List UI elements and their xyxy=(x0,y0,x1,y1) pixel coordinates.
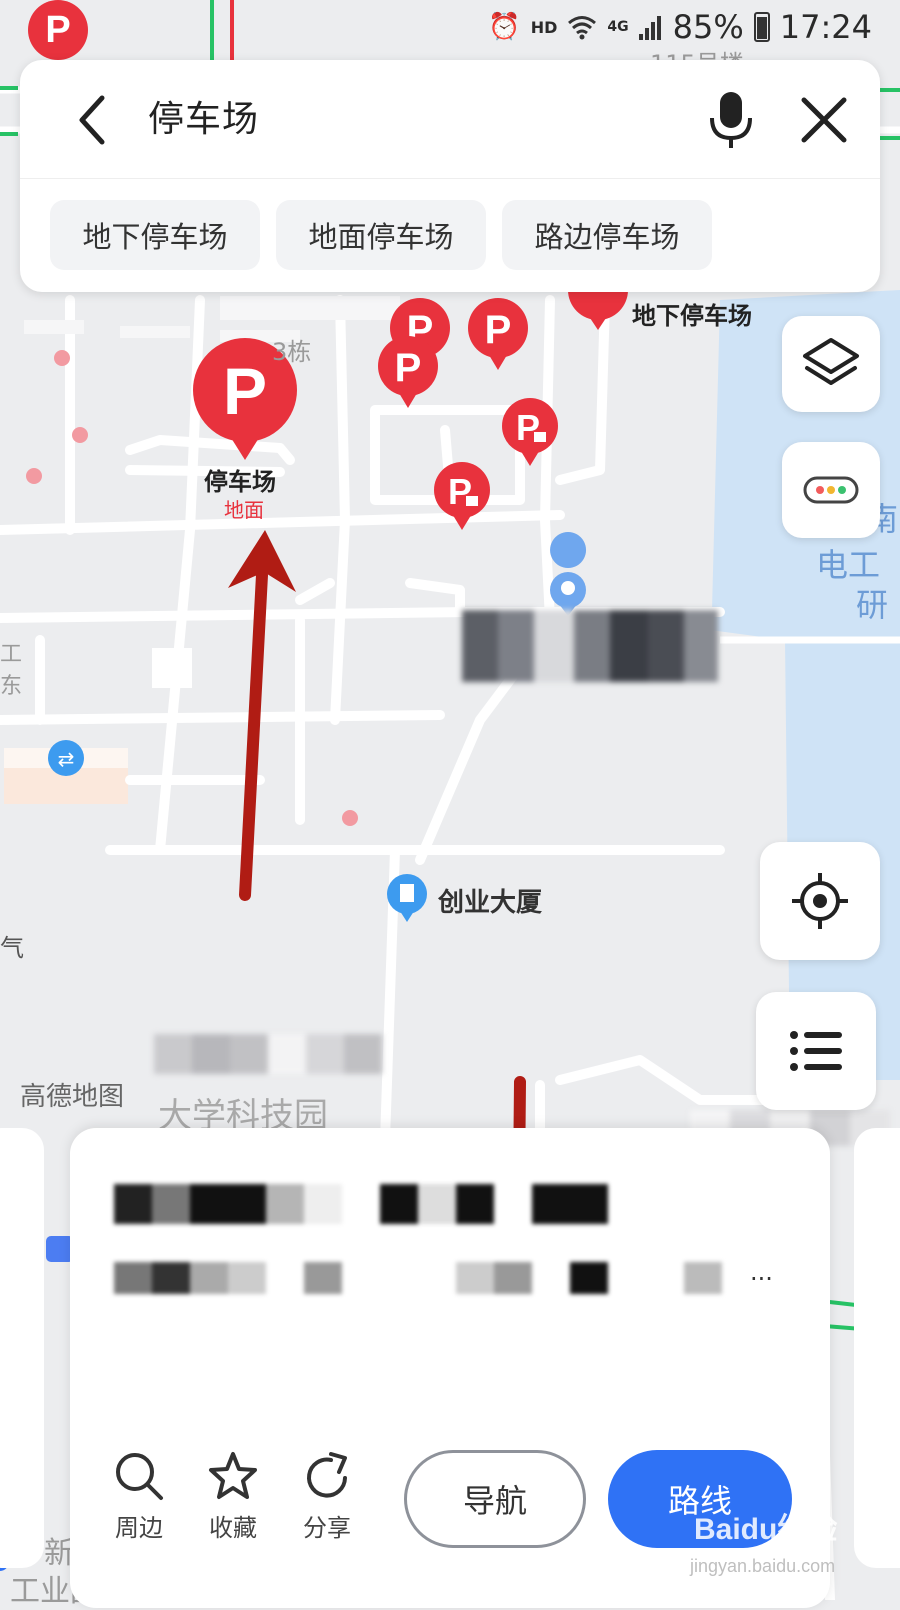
clock: 17:24 xyxy=(779,8,872,46)
redacted-title xyxy=(114,1184,608,1224)
next-result-card[interactable] xyxy=(854,1128,900,1568)
search-input[interactable]: 停车场 xyxy=(148,90,259,142)
svg-text:⇄: ⇄ xyxy=(58,747,75,771)
svg-text:P: P xyxy=(485,308,512,352)
building-label: 工 xyxy=(0,642,23,667)
redacted-label xyxy=(154,1034,382,1074)
nearby-button[interactable]: 周边 xyxy=(104,1450,174,1543)
hd-indicator: HD xyxy=(530,17,558,37)
locate-icon xyxy=(792,873,848,929)
share-button[interactable]: 分享 xyxy=(292,1450,362,1543)
network-type: 4G xyxy=(607,19,629,35)
layers-button[interactable] xyxy=(782,316,880,412)
wifi-icon xyxy=(568,16,597,40)
close-icon[interactable] xyxy=(796,92,852,148)
chip-roadside-parking[interactable]: 路边停车场 xyxy=(502,200,712,270)
address-ellipsis: ... xyxy=(750,1258,773,1286)
parking-badge-icon: P xyxy=(28,0,88,60)
star-icon xyxy=(209,1452,257,1499)
battery-icon xyxy=(753,12,770,42)
parking-pin[interactable]: P xyxy=(466,298,530,378)
signal-icon xyxy=(638,16,661,40)
microphone-icon[interactable] xyxy=(706,88,756,152)
favorite-button[interactable]: 收藏 xyxy=(198,1450,268,1543)
parking-pin[interactable]: P xyxy=(376,336,440,416)
traffic-icon xyxy=(803,476,859,504)
list-icon xyxy=(790,1031,842,1071)
layers-icon xyxy=(803,338,859,385)
watermark-url: jingyan.baidu.com xyxy=(690,1556,836,1576)
building-label: 研 xyxy=(856,586,889,624)
selected-poi-name[interactable]: 停车场 xyxy=(204,462,276,497)
favorite-label: 收藏 xyxy=(209,1514,257,1542)
building-label: 气 xyxy=(0,934,24,962)
status-bar: ⏰ HD 4G 85% 17:24 xyxy=(488,8,872,46)
map-brand-label: 高德地图 xyxy=(20,1082,125,1112)
prev-result-card[interactable] xyxy=(0,1128,44,1568)
locate-button[interactable] xyxy=(760,842,880,960)
search-card: 停车场 地下停车场 地面停车场 路边停车场 xyxy=(20,60,880,292)
watermark: Baidu经验 xyxy=(694,1513,838,1546)
redacted-address xyxy=(114,1262,722,1294)
building-label: 东 xyxy=(0,674,23,699)
building-pin[interactable] xyxy=(386,874,428,924)
share-icon xyxy=(307,1452,347,1498)
back-icon[interactable] xyxy=(70,90,120,150)
alarm-icon: ⏰ xyxy=(488,12,521,42)
list-button[interactable] xyxy=(756,992,876,1110)
svg-text:P: P xyxy=(395,346,422,390)
search-icon xyxy=(116,1453,163,1500)
chip-surface-parking[interactable]: 地面停车场 xyxy=(276,200,486,270)
svg-text:P: P xyxy=(223,354,267,428)
parking-pin-restricted[interactable]: P xyxy=(500,398,560,474)
battery-percent: 85% xyxy=(672,8,744,46)
parking-pin-restricted[interactable]: P xyxy=(432,462,492,538)
nearby-label: 周边 xyxy=(115,1514,163,1542)
divider xyxy=(20,178,880,179)
white-marker xyxy=(152,648,192,688)
redacted-label xyxy=(462,610,718,682)
building-label: 3栋 xyxy=(272,338,312,366)
navigate-button[interactable]: 导航 xyxy=(404,1450,586,1548)
traffic-button[interactable] xyxy=(782,442,880,538)
share-label: 分享 xyxy=(303,1514,351,1542)
selected-poi-type: 地面 xyxy=(224,498,264,522)
underground-parking-label[interactable]: 地下停车场 xyxy=(632,296,752,331)
chip-underground-parking[interactable]: 地下停车场 xyxy=(50,200,260,270)
poi-building-label[interactable]: 创业大厦 xyxy=(438,882,542,919)
